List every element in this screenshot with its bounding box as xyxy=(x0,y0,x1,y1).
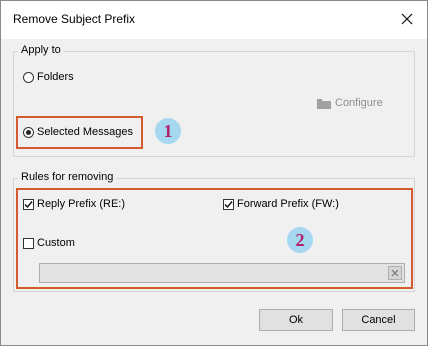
step-badge-1: 1 xyxy=(155,118,181,144)
folders-radio-circle[interactable] xyxy=(23,71,34,83)
remove-subject-prefix-dialog: Remove Subject Prefix Apply to Folders C… xyxy=(0,0,428,346)
close-icon xyxy=(401,13,413,25)
radio-selected-dot xyxy=(26,129,31,135)
reply-prefix-label: Reply Prefix (RE:) xyxy=(37,198,126,210)
checkmark-icon xyxy=(224,200,233,208)
folders-radio[interactable]: Folders xyxy=(23,71,74,83)
selected-messages-radio-label: Selected Messages xyxy=(37,126,133,138)
cancel-button[interactable]: Cancel xyxy=(342,309,415,331)
forward-prefix-checkbox[interactable]: Forward Prefix (FW:) xyxy=(223,198,339,210)
step-badge-2: 2 xyxy=(287,227,313,253)
reply-prefix-check-box[interactable] xyxy=(23,198,34,210)
selected-messages-radio-circle[interactable] xyxy=(23,126,34,138)
checkmark-icon xyxy=(24,200,33,208)
x-mark-icon xyxy=(391,269,399,277)
configure-label: Configure xyxy=(335,97,383,109)
forward-prefix-label: Forward Prefix (FW:) xyxy=(237,198,339,210)
reply-prefix-checkbox[interactable]: Reply Prefix (RE:) xyxy=(23,198,125,210)
ok-button[interactable]: Ok xyxy=(259,309,333,331)
custom-prefix-input[interactable] xyxy=(39,263,405,283)
close-button[interactable] xyxy=(393,7,421,31)
dialog-title: Remove Subject Prefix xyxy=(13,12,136,26)
rules-label: Rules for removing xyxy=(18,171,117,183)
clear-icon[interactable] xyxy=(388,266,402,280)
custom-label: Custom xyxy=(37,237,75,249)
custom-check-box[interactable] xyxy=(23,237,34,249)
title-bar: Remove Subject Prefix xyxy=(1,1,427,39)
configure-button[interactable]: Configure xyxy=(317,97,383,109)
folders-radio-label: Folders xyxy=(37,71,74,83)
selected-messages-radio[interactable]: Selected Messages xyxy=(23,126,133,138)
apply-to-label: Apply to xyxy=(18,44,64,56)
custom-checkbox[interactable]: Custom xyxy=(23,237,75,249)
forward-prefix-check-box[interactable] xyxy=(223,198,234,210)
folder-icon xyxy=(317,98,331,109)
